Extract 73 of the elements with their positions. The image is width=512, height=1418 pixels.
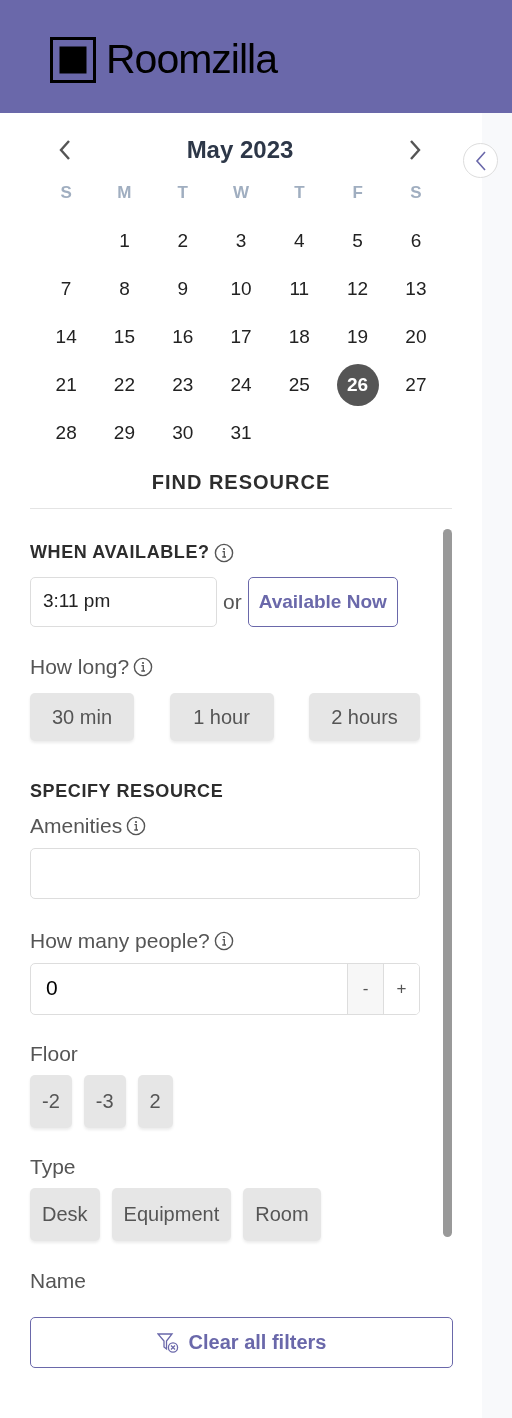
calendar-day[interactable]: 16: [161, 316, 204, 358]
calendar-day[interactable]: 4: [278, 220, 321, 262]
or-text: or: [223, 590, 242, 614]
duration-button[interactable]: 30 min: [30, 693, 134, 741]
logo-text: Roomzilla: [106, 36, 277, 83]
weekday-label: S: [409, 183, 423, 203]
calendar-day[interactable]: 9: [161, 268, 204, 310]
field-label: Floor: [30, 1042, 79, 1066]
calendar-day[interactable]: 23: [161, 364, 204, 406]
logo-icon: [50, 36, 96, 83]
calendar-day[interactable]: 14: [45, 316, 88, 358]
calendar-day[interactable]: 15: [103, 316, 146, 358]
calendar-day[interactable]: 30: [161, 412, 204, 454]
calendar-day[interactable]: 18: [278, 316, 321, 358]
calendar-day[interactable]: 24: [220, 364, 263, 406]
chevron-left-icon: [474, 149, 487, 172]
calendar-day[interactable]: 17: [220, 316, 263, 358]
previous-month-icon[interactable]: [58, 139, 72, 161]
calendar-day[interactable]: 8: [103, 268, 146, 310]
calendar-day[interactable]: 13: [394, 268, 437, 310]
weekday-label: M: [116, 183, 133, 203]
calendar-day[interactable]: 10: [220, 268, 263, 310]
floor-chip[interactable]: -2: [30, 1075, 72, 1128]
duration-button[interactable]: 2 hours: [309, 693, 420, 741]
section-heading: WHEN AVAILABLE?: [30, 542, 210, 563]
section-title: FIND RESOURCE: [30, 457, 452, 509]
calendar-day[interactable]: 12: [336, 268, 379, 310]
calendar-day[interactable]: 5: [336, 220, 379, 262]
field-label: How many people?: [30, 929, 210, 953]
calendar-day[interactable]: 25: [278, 364, 321, 406]
field-label: Amenities: [30, 814, 123, 838]
calendar-day[interactable]: 11: [278, 268, 321, 310]
calendar-day[interactable]: 28: [45, 412, 88, 454]
amenities-field[interactable]: [30, 848, 420, 899]
field-label: Name: [30, 1269, 88, 1293]
field-label: How long?: [30, 655, 130, 679]
weekday-label: W: [232, 183, 251, 203]
calendar-day[interactable]: 27: [394, 364, 437, 406]
weekday-label: T: [293, 183, 306, 203]
scrollbar-thumb[interactable]: [443, 529, 452, 1237]
calendar-day[interactable]: 2: [161, 220, 204, 262]
next-month-icon[interactable]: [408, 139, 422, 161]
weekday-label: F: [351, 183, 364, 203]
month-title: May 2023: [186, 136, 294, 164]
info-icon[interactable]: [133, 657, 154, 677]
section-heading: SPECIFY RESOURCE: [30, 781, 225, 802]
calendar-day[interactable]: 20: [394, 316, 437, 358]
filter-clear-icon: [156, 1331, 179, 1354]
weekday-label: T: [176, 183, 189, 203]
calendar-day[interactable]: 3: [220, 220, 263, 262]
type-chip[interactable]: Equipment: [111, 1188, 232, 1241]
type-chip[interactable]: Desk: [30, 1188, 100, 1241]
duration-button[interactable]: 1 hour: [169, 693, 274, 741]
clear-filters-button[interactable]: Clear all filters: [30, 1317, 453, 1368]
calendar-day[interactable]: 6: [394, 220, 437, 262]
floor-chip[interactable]: -3: [83, 1075, 126, 1128]
calendar-day[interactable]: 26: [336, 364, 379, 406]
calendar-day[interactable]: 31: [220, 412, 263, 454]
calendar-day[interactable]: 19: [336, 316, 379, 358]
available-now-button[interactable]: Available Now: [247, 577, 398, 627]
info-icon[interactable]: [213, 931, 234, 951]
calendar-day[interactable]: 1: [103, 220, 146, 262]
info-icon[interactable]: [126, 816, 147, 836]
floor-chip[interactable]: 2: [137, 1075, 173, 1128]
field-label: Type: [30, 1155, 77, 1179]
calendar-day[interactable]: 22: [103, 364, 146, 406]
weekday-label: S: [59, 183, 73, 203]
time-field[interactable]: 3:11 pm: [30, 577, 217, 627]
calendar-day[interactable]: 29: [103, 412, 146, 454]
calendar-day[interactable]: 21: [45, 364, 88, 406]
info-icon[interactable]: [213, 542, 234, 563]
calendar-day[interactable]: 7: [45, 268, 88, 310]
type-chip[interactable]: Room: [243, 1188, 321, 1241]
